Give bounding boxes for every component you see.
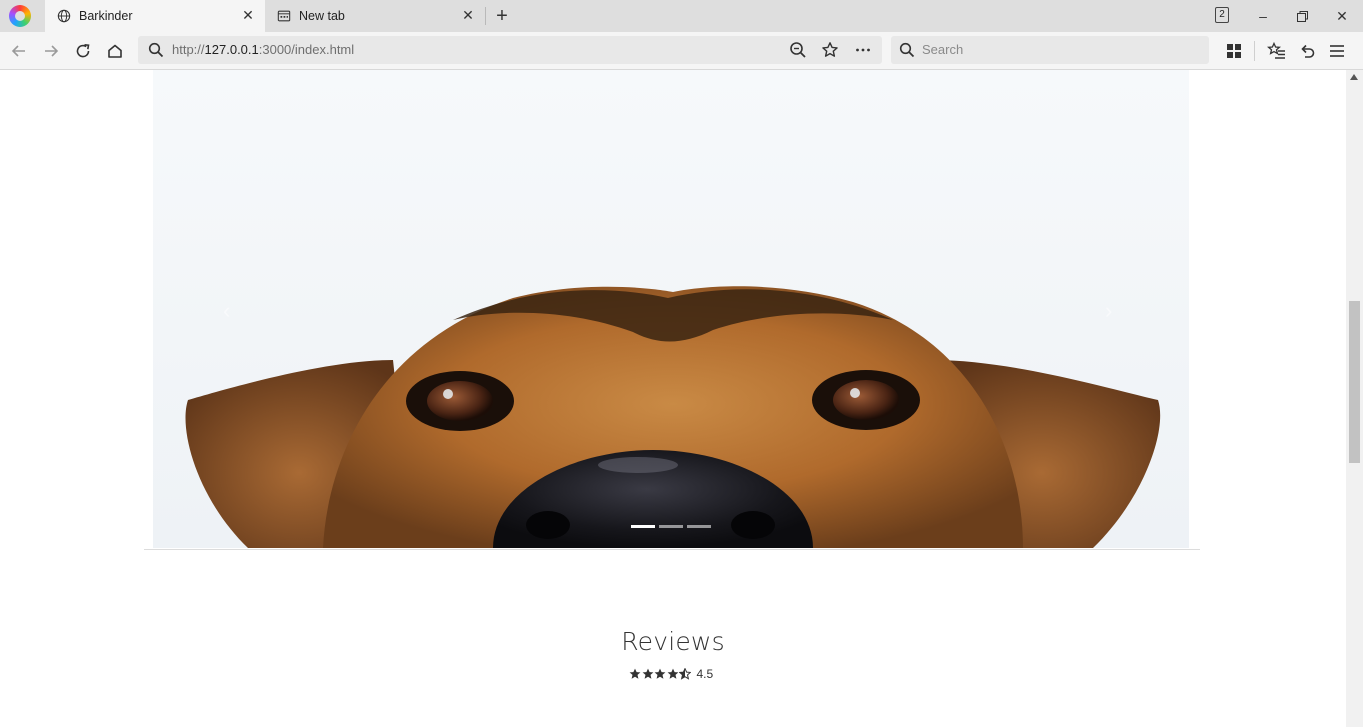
close-tab-icon[interactable]: ✕ (461, 8, 475, 22)
new-tab-button[interactable]: + (492, 6, 512, 26)
dog-photo (185, 286, 1161, 548)
restore-icon[interactable] (1292, 6, 1312, 26)
hero-carousel[interactable]: ‹ › (153, 70, 1189, 548)
tab-strip: Barkinder ✕ New tab ✕ + 2 – ✕ (0, 0, 1363, 32)
star-full-icon (667, 668, 678, 679)
carousel-indicator[interactable] (659, 525, 683, 528)
menu-hamburger-icon[interactable] (1327, 41, 1347, 61)
favorites-list-icon[interactable] (1267, 41, 1287, 61)
url-prefix: http:// (172, 42, 205, 57)
star-full-icon (642, 668, 653, 679)
globe-icon (57, 9, 71, 23)
close-tab-icon[interactable]: ✕ (241, 8, 255, 22)
section-divider (144, 549, 1200, 550)
rating-summary: 4.5 (629, 666, 713, 682)
home-icon[interactable] (105, 41, 125, 61)
navigation-toolbar: http://127.0.0.1:3000/index.html Search (0, 32, 1363, 70)
tab-barkinder[interactable]: Barkinder ✕ (45, 0, 265, 32)
back-arrow-icon[interactable] (9, 41, 29, 61)
page-scrollbar[interactable] (1346, 70, 1363, 727)
undo-icon[interactable] (1297, 41, 1317, 61)
more-actions-icon[interactable] (854, 41, 872, 59)
tab-divider (485, 7, 486, 25)
star-full-icon (654, 668, 666, 679)
url-path: :3000/index.html (258, 42, 355, 57)
carousel-indicator[interactable] (687, 525, 711, 528)
reload-icon[interactable] (73, 41, 93, 61)
newtab-page-icon (277, 10, 291, 22)
close-window-icon[interactable]: ✕ (1332, 6, 1352, 26)
browser-logo-icon[interactable] (9, 5, 31, 27)
tab-new-tab[interactable]: New tab ✕ (265, 0, 485, 32)
bookmark-star-icon[interactable] (821, 41, 839, 59)
address-bar[interactable]: http://127.0.0.1:3000/index.html (138, 36, 882, 64)
carousel-prev-icon[interactable]: ‹ (223, 298, 237, 323)
tab-title: Barkinder (79, 9, 133, 23)
tab-title: New tab (299, 9, 345, 23)
search-icon (899, 42, 915, 58)
scroll-up-arrow-icon[interactable] (1350, 74, 1358, 80)
url-text[interactable]: http://127.0.0.1:3000/index.html (172, 42, 354, 57)
page-viewport: ‹ › Reviews 4.5 (0, 70, 1346, 727)
forward-arrow-icon[interactable] (41, 41, 61, 61)
carousel-indicator[interactable] (631, 525, 655, 528)
minimize-icon[interactable]: – (1253, 6, 1273, 26)
search-input[interactable]: Search (891, 36, 1209, 64)
toolbar-separator (1254, 41, 1255, 61)
star-full-icon (629, 668, 641, 679)
window-tab-count-badge[interactable]: 2 (1215, 7, 1229, 23)
scrollbar-thumb[interactable] (1349, 301, 1360, 463)
rating-value: 4.5 (696, 667, 714, 681)
zoom-icon[interactable] (789, 41, 807, 59)
star-half-icon (679, 668, 691, 680)
grid-apps-icon[interactable] (1224, 41, 1244, 61)
search-icon (148, 42, 164, 58)
search-placeholder: Search (922, 42, 964, 57)
url-host: 127.0.0.1 (204, 42, 259, 57)
reviews-heading: Reviews (621, 627, 725, 656)
carousel-next-icon[interactable]: › (1105, 298, 1119, 323)
